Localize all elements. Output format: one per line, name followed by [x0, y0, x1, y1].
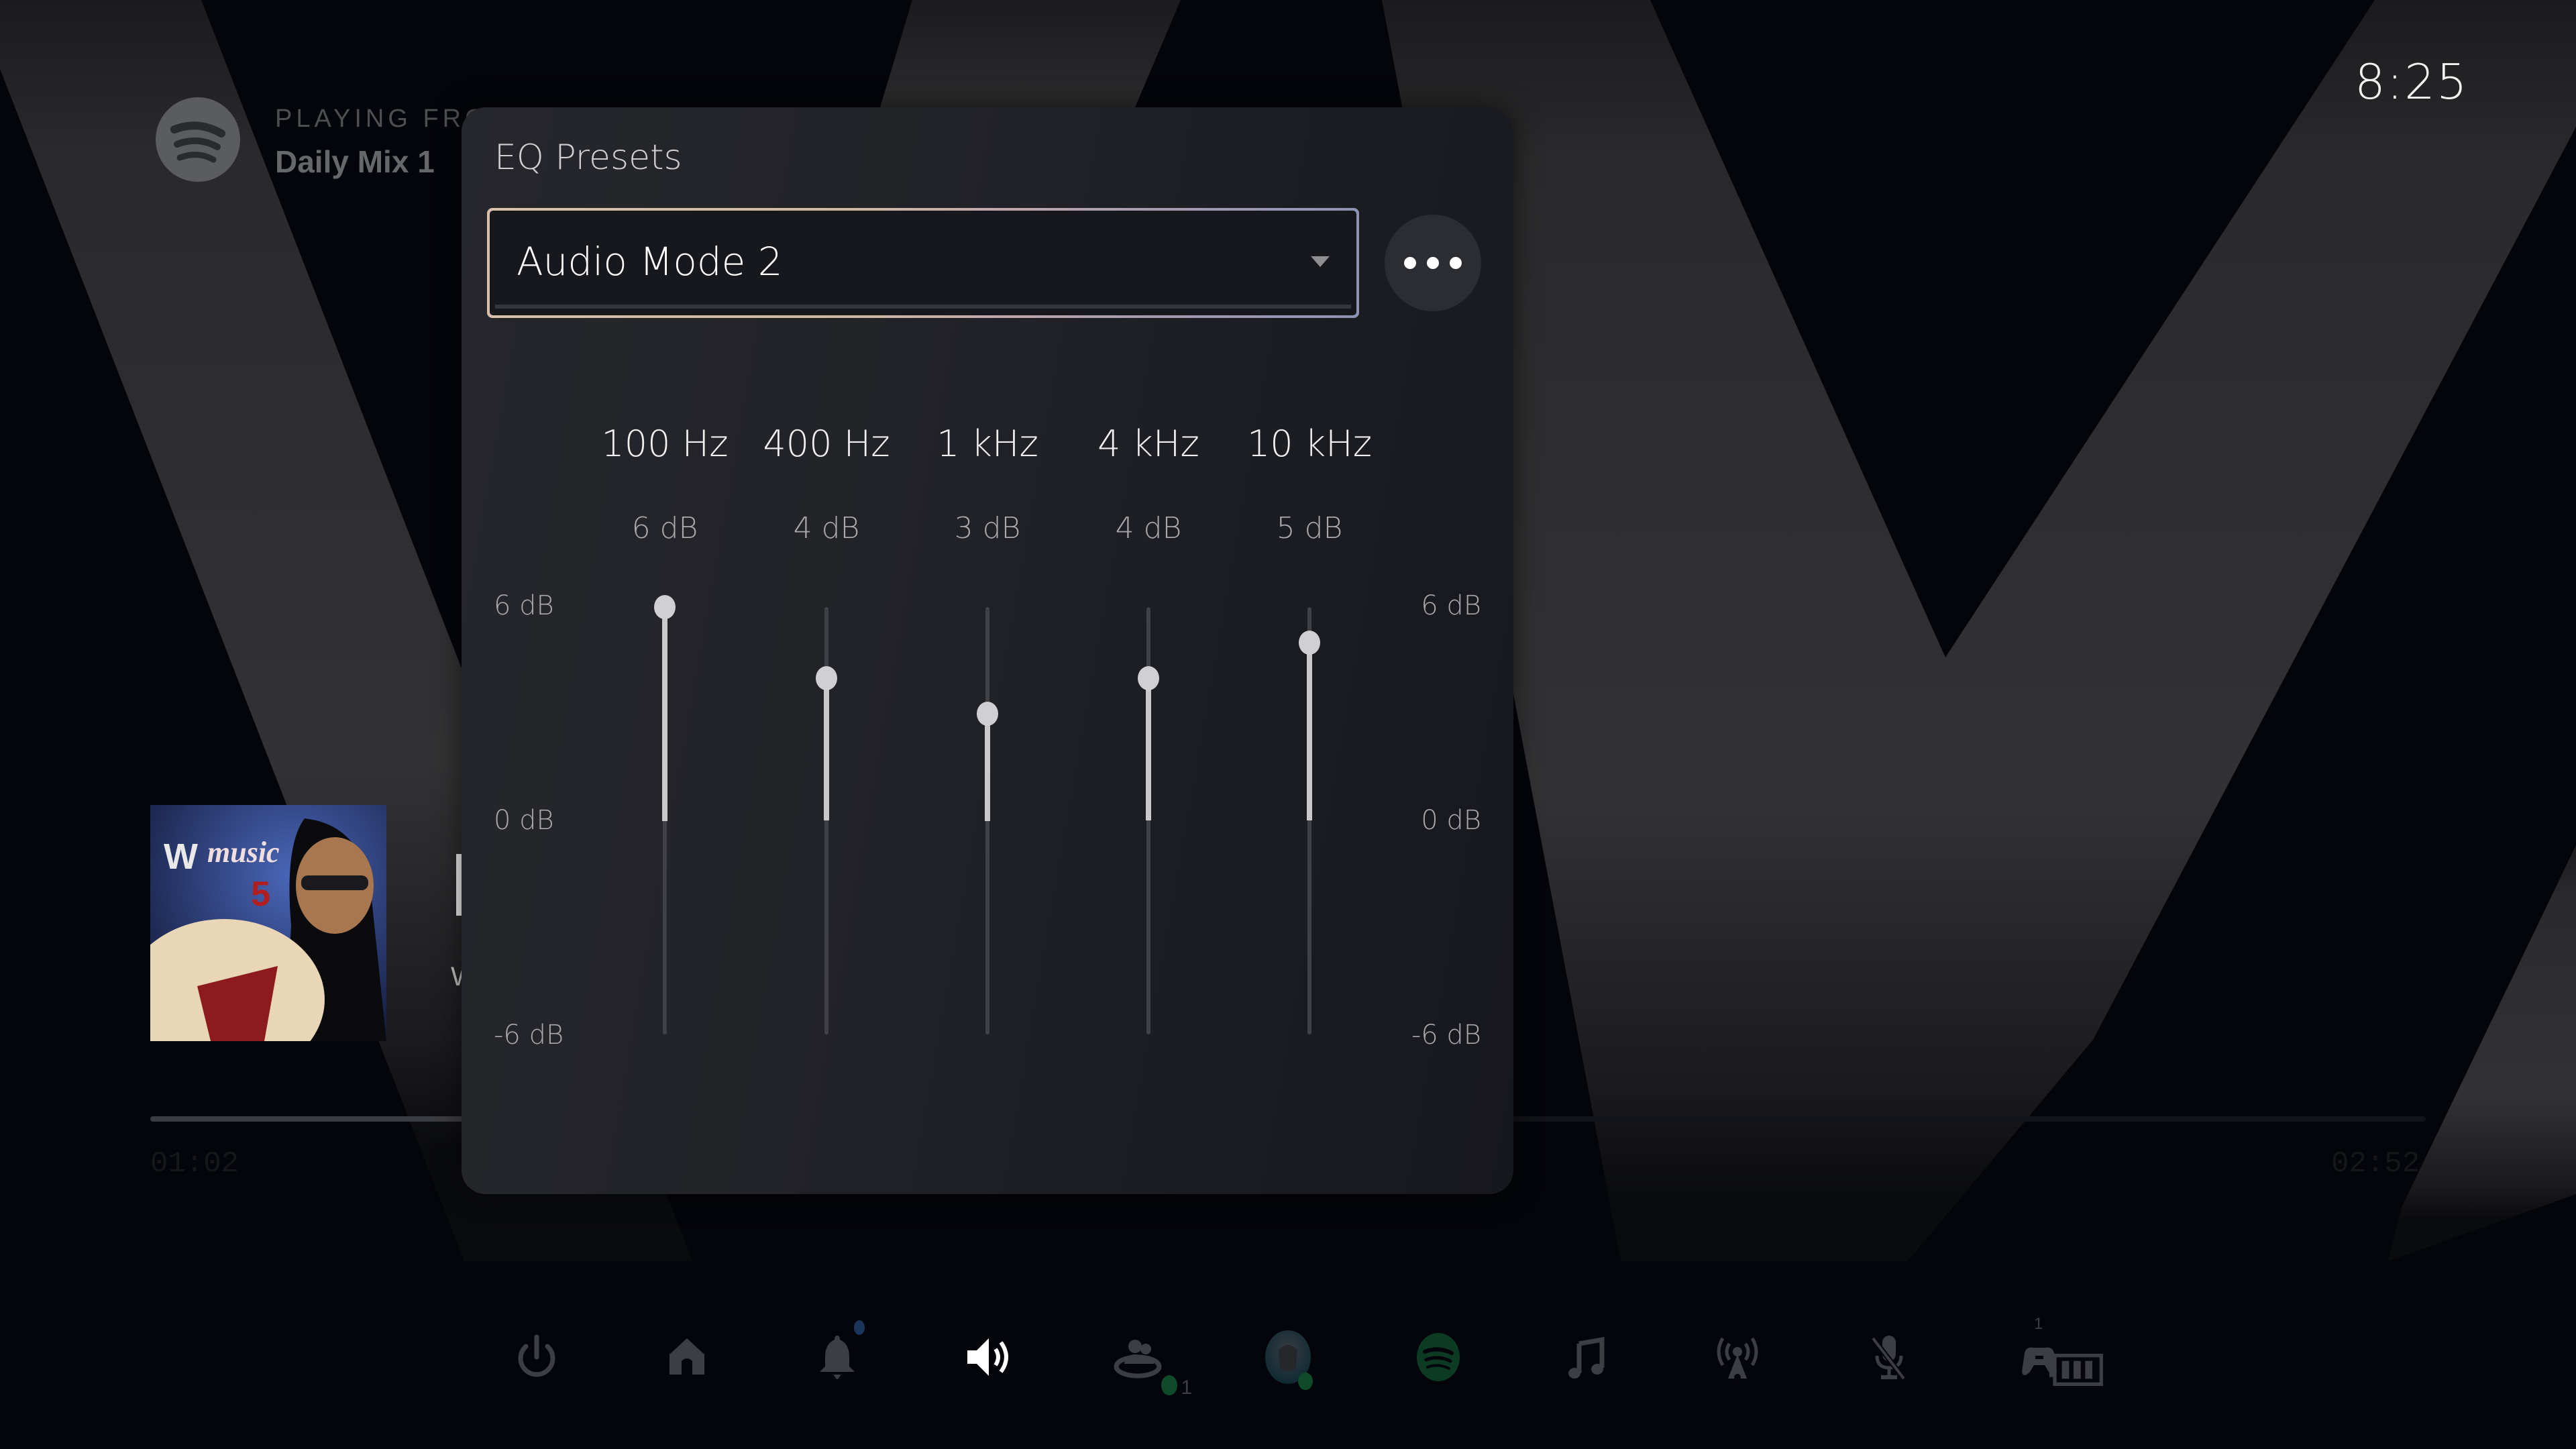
count-badge: 1 — [1181, 1377, 1192, 1399]
svg-text:5: 5 — [251, 875, 270, 914]
count-badge: 1 — [2034, 1315, 2043, 1333]
notification-dot — [854, 1320, 865, 1335]
playlist-name[interactable]: Daily Mix 1 — [275, 144, 435, 180]
band-frequency-label: 10 kHz — [1246, 423, 1373, 465]
axis-label-zero-left: 0 dB — [494, 805, 554, 836]
band-slider-fill — [985, 714, 990, 821]
spotify-icon — [156, 97, 240, 182]
band-frequency-label: 1 kHz — [936, 423, 1038, 465]
caret-down-icon — [1311, 256, 1330, 267]
band-frequency-label: 4 kHz — [1097, 423, 1199, 465]
control-center-power-button[interactable] — [500, 1320, 574, 1394]
band-gain-label: 3 dB — [954, 511, 1021, 545]
control-center-profile-button[interactable] — [1251, 1320, 1325, 1394]
online-status-dot — [1298, 1373, 1313, 1390]
home-icon — [660, 1330, 714, 1384]
mic-muted-icon — [1862, 1330, 1916, 1384]
spotify-icon — [1411, 1330, 1465, 1384]
band-slider-thumb[interactable] — [1138, 666, 1159, 691]
bell-icon — [810, 1330, 864, 1384]
control-center-spotify-button[interactable] — [1401, 1320, 1475, 1394]
axis-label-max-left: 6 dB — [494, 590, 554, 621]
friends-icon — [1111, 1330, 1165, 1384]
axis-label-min-left: -6 dB — [494, 1020, 564, 1051]
dropdown-selected-value: Audio Mode 2 — [517, 239, 783, 284]
more-options-icon — [1404, 257, 1416, 269]
battery-icon — [2049, 1343, 2103, 1397]
band-slider-fill — [662, 607, 667, 821]
more-options-icon-dot — [1450, 257, 1462, 269]
elapsed-time: 01:02 — [150, 1147, 239, 1181]
panel-title: EQ Presets — [494, 138, 682, 178]
band-gain-label: 5 dB — [1276, 511, 1343, 545]
online-status-dot — [1161, 1375, 1177, 1395]
control-center-music-button[interactable] — [1550, 1320, 1624, 1394]
band-slider-thumb[interactable] — [977, 702, 998, 727]
clock: 8:25 — [2355, 54, 2469, 110]
band-slider-fill — [1307, 643, 1312, 821]
axis-label-max-right: 6 dB — [1421, 590, 1481, 621]
band-slider-thumb[interactable] — [816, 666, 837, 691]
eq-preset-dropdown[interactable]: Audio Mode 2 — [487, 208, 1359, 318]
control-center-broadcast-button[interactable] — [1701, 1320, 1774, 1394]
control-center-mic-button[interactable] — [1852, 1320, 1926, 1394]
speaker-icon — [961, 1330, 1014, 1384]
music-note-icon — [1560, 1330, 1614, 1384]
band-slider-fill — [1146, 678, 1151, 821]
control-center-sound-button[interactable] — [951, 1320, 1024, 1394]
axis-label-min-right: -6 dB — [1411, 1020, 1481, 1051]
band-slider-thumb[interactable] — [1299, 631, 1320, 655]
band-gain-label: 4 dB — [793, 511, 860, 545]
svg-text:music: music — [207, 836, 280, 869]
track-title-fragment — [456, 854, 462, 916]
band-frequency-label: 400 Hz — [763, 423, 890, 465]
dropdown-underline — [495, 305, 1351, 309]
control-center-accessories-button[interactable]: 1 — [2002, 1315, 2103, 1394]
power-icon — [510, 1330, 564, 1384]
more-options-button[interactable] — [1385, 215, 1481, 311]
track-artist-fragment: W — [451, 962, 462, 992]
axis-label-zero-right: 0 dB — [1421, 805, 1481, 836]
band-slider-fill — [824, 678, 829, 821]
playing-from-label: PLAYING FRO — [275, 105, 489, 133]
control-center-game-base-button[interactable]: 1 — [1101, 1320, 1192, 1399]
band-slider-thumb[interactable] — [654, 595, 676, 619]
band-gain-label: 6 dB — [631, 511, 698, 545]
control-center-notifications-button[interactable] — [800, 1320, 874, 1394]
dropdown-field: Audio Mode 2 — [490, 211, 1356, 315]
more-options-icon-dot — [1427, 257, 1439, 269]
control-center-home-button[interactable] — [650, 1320, 724, 1394]
band-gain-label: 4 dB — [1115, 511, 1182, 545]
album-art: W music 5 — [150, 805, 386, 1041]
broadcast-icon — [1711, 1330, 1764, 1384]
svg-text:W: W — [164, 837, 198, 877]
total-time: 02:52 — [2331, 1147, 2420, 1181]
band-frequency-label: 100 Hz — [601, 423, 729, 465]
band-slider-track[interactable] — [985, 607, 989, 1034]
